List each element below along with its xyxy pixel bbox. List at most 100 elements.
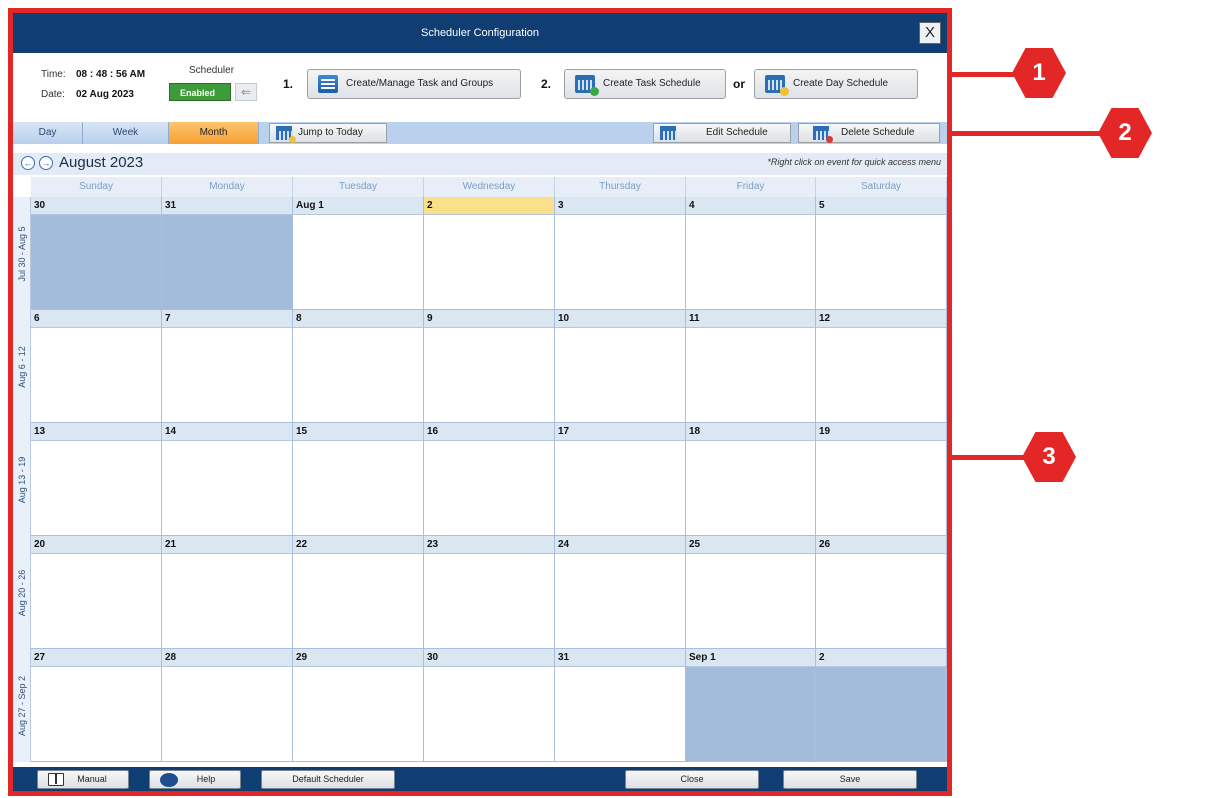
day-number: 14 — [162, 423, 292, 441]
day-number: 2 — [424, 197, 554, 215]
help-button[interactable]: Help — [149, 770, 241, 789]
day-number: 18 — [686, 423, 815, 441]
create-day-schedule-button[interactable]: Create Day Schedule — [754, 69, 918, 99]
book-icon — [48, 773, 64, 786]
create-task-schedule-label: Create Task Schedule — [603, 78, 701, 89]
day-cell[interactable]: 26 — [816, 536, 947, 649]
delete-schedule-button[interactable]: Delete Schedule — [798, 123, 940, 143]
day-cell[interactable]: 7 — [162, 310, 293, 423]
day-cell[interactable]: 6 — [31, 310, 162, 423]
day-cell[interactable]: 9 — [424, 310, 555, 423]
next-month-icon[interactable]: → — [39, 156, 53, 170]
close-button[interactable]: Close — [625, 770, 759, 789]
default-scheduler-button[interactable]: Default Scheduler — [261, 770, 395, 789]
close-window-button[interactable]: X — [919, 22, 941, 44]
day-cell[interactable]: 31 — [162, 197, 293, 310]
day-cell[interactable]: 31 — [555, 649, 686, 762]
callout-leader-3 — [952, 455, 1024, 460]
days-of-week-row: Sunday Monday Tuesday Wednesday Thursday… — [31, 177, 947, 197]
day-cell[interactable]: 15 — [293, 423, 424, 536]
day-number: 17 — [555, 423, 685, 441]
day-cell[interactable]: 23 — [424, 536, 555, 649]
day-cell[interactable]: 25 — [686, 536, 816, 649]
jump-to-today-button[interactable]: Jump to Today — [269, 123, 387, 143]
day-number: 31 — [162, 197, 292, 215]
step-2-label: 2. — [541, 77, 552, 91]
week-row: Jul 30 - Aug 5 30 31 Aug 12345 — [13, 197, 947, 310]
manual-button[interactable]: Manual — [37, 770, 129, 789]
day-cell[interactable]: 2 — [424, 197, 555, 310]
week-label-text: Aug 6 - 12 — [16, 345, 27, 388]
day-cell[interactable]: 19 — [816, 423, 947, 536]
day-cell[interactable]: 16 — [424, 423, 555, 536]
week-row: Aug 13 - 19 13 14 15 16 17 18 19 — [13, 423, 947, 536]
tab-day[interactable]: Day — [13, 122, 83, 144]
day-number: 19 — [816, 423, 946, 441]
day-cell[interactable]: 5 — [816, 197, 947, 310]
day-number: 3 — [555, 197, 685, 215]
day-cell[interactable]: 28 — [162, 649, 293, 762]
week-label-text: Jul 30 - Aug 5 — [16, 225, 27, 282]
dow-thursday: Thursday — [555, 177, 686, 197]
calendar-header: ← → August 2023 *Right click on event fo… — [13, 153, 947, 175]
day-cell[interactable]: 20 — [31, 536, 162, 649]
day-cell[interactable]: 8 — [293, 310, 424, 423]
day-cell[interactable]: 13 — [31, 423, 162, 536]
day-cell[interactable]: 18 — [686, 423, 816, 536]
calendar-add-icon — [575, 75, 599, 96]
help-label: Help — [196, 774, 216, 784]
arrow-left-icon[interactable]: ⇐ — [235, 83, 257, 101]
day-cell[interactable]: 12 — [816, 310, 947, 423]
day-cell[interactable]: 3 — [555, 197, 686, 310]
day-cell[interactable]: Aug 1 — [293, 197, 424, 310]
day-cell[interactable]: 14 — [162, 423, 293, 536]
task-list-icon — [318, 75, 338, 93]
or-label: or — [733, 77, 745, 91]
week-label: Aug 13 - 19 — [13, 423, 31, 536]
day-cell[interactable]: 17 — [555, 423, 686, 536]
callout-badge-2: 2 — [1098, 108, 1152, 158]
day-cell[interactable]: 22 — [293, 536, 424, 649]
date-label: Date: — [41, 89, 65, 100]
save-button[interactable]: Save — [783, 770, 917, 789]
tab-week[interactable]: Week — [83, 122, 169, 144]
dow-friday: Friday — [686, 177, 816, 197]
create-manage-task-groups-button[interactable]: Create/Manage Task and Groups — [307, 69, 521, 99]
tab-month[interactable]: Month — [169, 122, 259, 144]
day-number: 6 — [31, 310, 161, 328]
scheduler-enabled-toggle[interactable]: Enabled — [169, 83, 231, 101]
day-cell[interactable]: 21 — [162, 536, 293, 649]
week-label-text: Aug 13 - 19 — [16, 456, 27, 503]
day-cell[interactable]: 30 — [424, 649, 555, 762]
day-number: 27 — [31, 649, 161, 667]
day-cell[interactable]: 30 — [31, 197, 162, 310]
edit-schedule-button[interactable]: Edit Schedule — [653, 123, 791, 143]
day-cell[interactable]: 10 — [555, 310, 686, 423]
title-bar: Scheduler Configuration X — [13, 13, 947, 53]
day-cell[interactable]: 11 — [686, 310, 816, 423]
day-number: 25 — [686, 536, 815, 554]
day-cell[interactable]: 29 — [293, 649, 424, 762]
dow-monday: Monday — [162, 177, 293, 197]
day-number: 2 — [816, 649, 946, 667]
day-cell[interactable]: Sep 1 — [686, 649, 816, 762]
day-number: 31 — [555, 649, 685, 667]
help-bubble-icon — [160, 773, 178, 787]
week-label: Aug 20 - 26 — [13, 536, 31, 649]
calendar-today-icon — [276, 126, 296, 143]
create-task-schedule-button[interactable]: Create Task Schedule — [564, 69, 726, 99]
calendar-delete-icon — [813, 126, 833, 143]
day-cell[interactable]: 2 — [816, 649, 947, 762]
create-manage-task-groups-label: Create/Manage Task and Groups — [346, 78, 494, 89]
day-number: 4 — [686, 197, 815, 215]
day-number: 29 — [293, 649, 423, 667]
day-number: 24 — [555, 536, 685, 554]
calendar-edit-icon — [660, 126, 677, 141]
day-cell[interactable]: 27 — [31, 649, 162, 762]
day-number: Aug 1 — [293, 197, 423, 215]
day-cell[interactable]: 4 — [686, 197, 816, 310]
previous-month-icon[interactable]: ← — [21, 156, 35, 170]
time-value: 08 : 48 : 56 AM — [76, 69, 146, 80]
day-cell[interactable]: 24 — [555, 536, 686, 649]
day-number: 23 — [424, 536, 554, 554]
